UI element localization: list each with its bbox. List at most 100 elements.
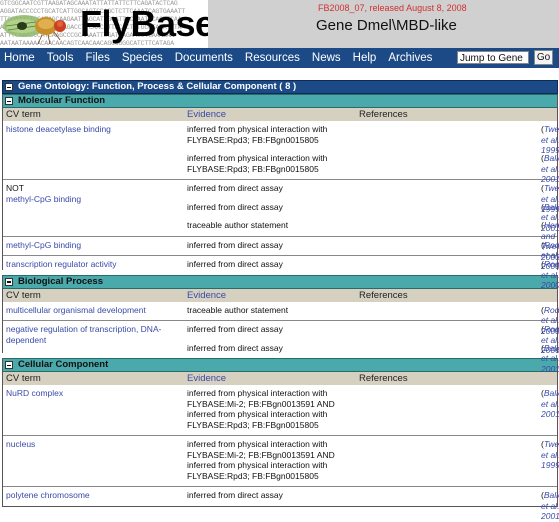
evidence-item: traceable author statement(Hendrich and … xyxy=(187,220,559,262)
jump-to-gene-input[interactable]: Jump to Gene xyxy=(457,51,529,64)
section-title: Biological Process xyxy=(18,275,104,287)
evidence-list: traceable author statement(Roder et al.,… xyxy=(187,302,559,336)
col-references: References xyxy=(359,109,408,120)
fruit-fly-icon xyxy=(3,15,66,45)
section-title: Molecular Function xyxy=(18,95,106,106)
main-nav: Home Tools Files Species Documents Resou… xyxy=(0,48,559,68)
nav-species[interactable]: Species xyxy=(118,52,171,64)
column-headers: CV term Evidence References xyxy=(3,288,557,302)
nav-files[interactable]: Files xyxy=(82,52,118,64)
section-molecular-function: Molecular Function CV term Evidence Referen… xyxy=(2,94,559,290)
evidence-list: inferred from physical interaction with … xyxy=(187,385,559,430)
table-row: multicellular organismal development trac… xyxy=(3,302,559,336)
evidence-item: inferred from physical interaction with … xyxy=(187,153,559,184)
cv-term-link[interactable]: negative regulation of transcription, DN… xyxy=(6,324,176,345)
column-headers: CV term Evidence References xyxy=(3,108,557,121)
nav-help[interactable]: Help xyxy=(349,52,385,64)
table-row: negative regulation of transcription, DN… xyxy=(3,321,559,374)
reference-link[interactable]: (Tweedie et al., 1999) xyxy=(541,439,559,471)
col-cv-term: CV term xyxy=(6,289,41,301)
section-cellular-component: Cellular Component CV term Evidence Referen… xyxy=(2,358,559,521)
evidence-list: inferred from direct assay(Roder et al.,… xyxy=(187,321,559,374)
evidence-list: inferred from direct assay(Tweedie et al… xyxy=(187,180,559,262)
col-evidence-link[interactable]: Evidence xyxy=(187,289,226,302)
evidence-text: inferred from physical interaction with … xyxy=(187,388,335,430)
cv-term-link[interactable]: nucleus xyxy=(6,439,176,450)
reference-link[interactable]: (Roder et al., 2000) xyxy=(541,259,559,291)
evidence-text: inferred from direct assay xyxy=(187,324,283,334)
evidence-item: inferred from direct assay (Ballestar et … xyxy=(187,342,559,374)
col-evidence-link[interactable]: Evidence xyxy=(187,108,226,121)
nav-news[interactable]: News xyxy=(308,52,349,64)
evidence-text: inferred from direct assay xyxy=(187,183,283,193)
reference-text: Ballestar et al., 2001 xyxy=(541,490,559,521)
go-panel-header[interactable]: Gene Ontology: Function, Process & Cellu… xyxy=(2,80,558,94)
term-cell: NOT methyl-CpG binding xyxy=(6,183,176,204)
evidence-item: inferred from direct assay (Roder et al.,… xyxy=(187,259,559,290)
reference-link[interactable]: (Ballestar et al., 2001) xyxy=(541,388,559,420)
col-references: References xyxy=(359,289,408,301)
page-title: Gene Dmel\MBD-like xyxy=(316,17,457,34)
evidence-text: inferred from direct assay xyxy=(187,259,283,269)
cv-term-link[interactable]: methyl-CpG binding xyxy=(6,194,176,205)
collapse-icon[interactable] xyxy=(5,97,13,105)
table-row: polytene chromosome inferred from direct … xyxy=(3,487,559,521)
nav-tools[interactable]: Tools xyxy=(43,52,82,64)
cv-term-link[interactable]: transcription regulator activity xyxy=(6,259,176,270)
table-row: NuRD complex inferred from physical inter… xyxy=(3,385,559,436)
collapse-icon[interactable] xyxy=(5,83,13,91)
table-row: nucleus inferred from physical interactio… xyxy=(3,436,559,487)
go-button[interactable]: Go xyxy=(534,50,553,65)
collapse-icon[interactable] xyxy=(5,361,13,369)
evidence-list: inferred from direct assay(Roder et al.,… xyxy=(187,237,559,271)
cv-term-link[interactable]: multicellular organismal development xyxy=(6,305,176,316)
reference-link[interactable]: (Ballestar et al., 2001) xyxy=(541,343,559,375)
collapse-icon[interactable] xyxy=(5,277,13,286)
section-header[interactable]: Cellular Component xyxy=(3,358,557,372)
go-panel-title: Gene Ontology: Function, Process & Cellu… xyxy=(18,81,297,92)
nav-archives[interactable]: Archives xyxy=(384,52,440,64)
cv-term-link[interactable]: methyl-CpG binding xyxy=(6,240,176,251)
evidence-item: inferred from physical interaction with … xyxy=(187,439,559,481)
evidence-list: inferred from direct assay (Ballestar et … xyxy=(187,487,559,521)
section-header[interactable]: Biological Process xyxy=(3,274,557,289)
term-cell: histone deacetylase binding xyxy=(6,124,176,135)
term-cell: polytene chromosome xyxy=(6,490,176,501)
flybase-logo[interactable]: GTCGGCAATCGTTAAGATAGCAAATATTATTATTCTTCAG… xyxy=(0,0,208,48)
nav-home[interactable]: Home xyxy=(0,52,43,64)
cv-term-link[interactable]: histone deacetylase binding xyxy=(6,124,176,135)
evidence-item: inferred from direct assay(Tweedie et al… xyxy=(187,183,559,214)
term-cell: negative regulation of transcription, DN… xyxy=(6,324,176,345)
evidence-text: traceable author statement xyxy=(187,304,289,315)
table-row: methyl-CpG binding inferred from direct a… xyxy=(3,237,559,271)
evidence-item: traceable author statement(Roder et al.,… xyxy=(187,304,559,336)
reference-text: Roder et al., 2000 xyxy=(541,259,559,290)
reference-link[interactable]: (Ballestar et al., 2001) xyxy=(541,490,559,522)
evidence-item: inferred from direct assay(Roder et al.,… xyxy=(187,324,559,355)
col-cv-term: CV term xyxy=(6,373,41,384)
release-info: FB2008_07, released August 8, 2008 xyxy=(318,3,467,13)
evidence-item: inferred from direct assay (Ballestar et … xyxy=(187,490,559,521)
term-cell: multicellular organismal development xyxy=(6,305,176,316)
reference-text: Ballestar et al., 2001 xyxy=(541,388,559,419)
term-cell: methyl-CpG binding xyxy=(6,240,176,251)
evidence-list: inferred from physical interaction with … xyxy=(187,121,559,184)
evidence-text: inferred from physical interaction with … xyxy=(187,124,328,145)
cv-term-link[interactable]: NuRD complex xyxy=(6,388,176,399)
cv-term-link[interactable]: polytene chromosome xyxy=(6,490,176,501)
col-evidence-link[interactable]: Evidence xyxy=(187,372,226,385)
col-references: References xyxy=(359,373,408,384)
term-cell: NuRD complex xyxy=(6,388,176,399)
column-headers: CV term Evidence References xyxy=(3,372,557,385)
evidence-list: inferred from physical interaction with … xyxy=(187,436,559,481)
nav-resources[interactable]: Resources xyxy=(241,52,308,64)
evidence-list: inferred from direct assay (Roder et al.,… xyxy=(187,256,559,290)
nav-documents[interactable]: Documents xyxy=(171,52,241,64)
section-biological-process: Biological Process CV term Evidence Referen… xyxy=(2,274,559,374)
term-cell: nucleus xyxy=(6,439,176,450)
go-panel: Gene Ontology: Function, Process & Cellu… xyxy=(2,80,559,521)
logo-text: FlyBase xyxy=(80,3,208,44)
evidence-text: inferred from direct assay xyxy=(187,342,283,353)
section-header[interactable]: Molecular Function xyxy=(3,94,557,108)
reference-link[interactable]: (Tweedie et al., 1999) xyxy=(541,124,559,156)
